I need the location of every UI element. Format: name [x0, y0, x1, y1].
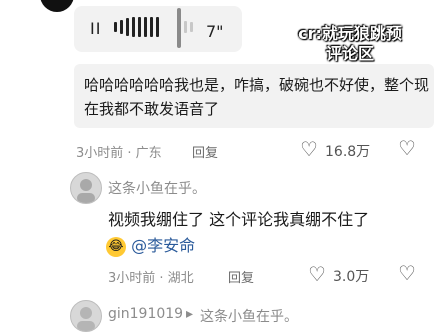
pause-icon[interactable]: II	[90, 19, 101, 38]
reply-button[interactable]: 回复	[192, 142, 218, 161]
watermark-line1: cr:就玩狼跳预	[298, 24, 402, 43]
username[interactable]: gin191019	[108, 306, 183, 322]
dislike-icon[interactable]: ♡	[398, 263, 416, 283]
comment-mention-line: 😂 @李安命	[106, 232, 195, 257]
avatar[interactable]	[70, 300, 102, 332]
watermark: cr:就玩狼跳预 评论区	[270, 24, 430, 64]
reply-button[interactable]: 回复	[228, 267, 254, 286]
like-icon[interactable]: ♡	[300, 139, 318, 159]
like-icon[interactable]: ♡	[308, 264, 326, 284]
reply-quote-text: 哈哈哈哈哈哈我也是，咋搞，破碗也不好使，整个现在我都不敢发语音了	[84, 76, 430, 118]
laughing-emoji-icon: 😂	[106, 236, 126, 257]
reply-to-username[interactable]: 这条小鱼在乎。	[200, 306, 298, 326]
reply-arrow-icon: ▸	[186, 306, 194, 322]
comment-time-location: 3小时前 · 湖北	[108, 271, 194, 286]
username[interactable]: 这条小鱼在乎。	[108, 178, 206, 198]
voice-duration: 7"	[206, 22, 224, 41]
avatar[interactable]	[70, 172, 102, 204]
comment-time-location: 3小时前 · 广东	[76, 146, 162, 161]
avatar[interactable]	[40, 0, 74, 12]
voice-progress-cursor[interactable]	[177, 8, 181, 48]
mention-link[interactable]: @李安命	[131, 236, 195, 255]
dislike-icon[interactable]: ♡	[398, 138, 416, 158]
watermark-line2: 评论区	[325, 44, 374, 63]
voice-waveform	[114, 17, 159, 37]
like-count: 16.8万	[325, 144, 371, 160]
comment-text: 视频我绷住了 这个评论我真绷不住了	[108, 210, 370, 229]
like-count: 3.0万	[333, 269, 370, 285]
voice-waveform-remaining	[184, 17, 193, 37]
